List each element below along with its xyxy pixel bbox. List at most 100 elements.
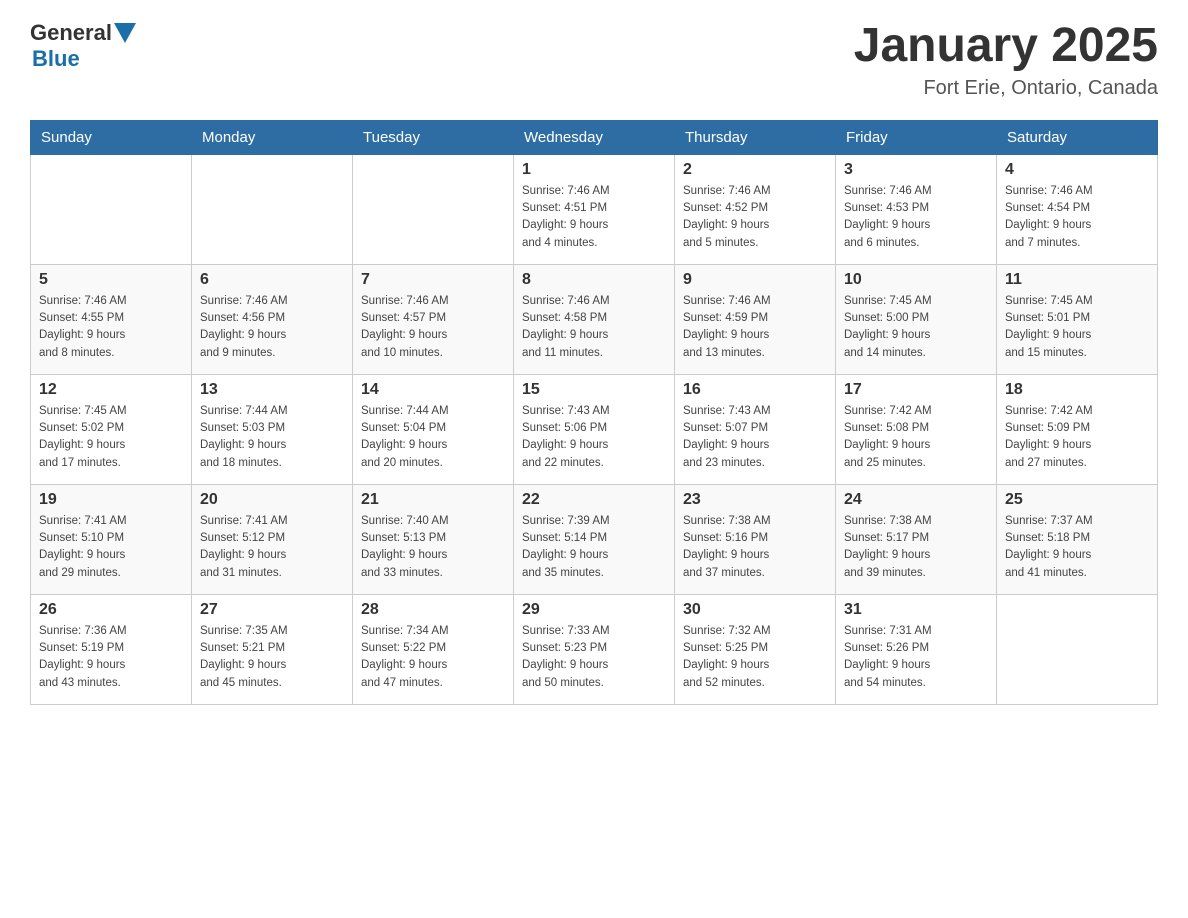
day-number: 16 <box>683 381 827 399</box>
calendar-cell: 31Sunrise: 7:31 AMSunset: 5:26 PMDayligh… <box>836 594 997 704</box>
day-number: 2 <box>683 161 827 179</box>
location-title: Fort Erie, Ontario, Canada <box>854 77 1158 100</box>
calendar-cell: 20 Sunrise: 7:41 AMSunset: 5:12 PMDayligh… <box>192 484 353 594</box>
calendar-cell: 29 Sunrise: 7:33 AMSunset: 5:23 PMDayligh… <box>514 594 675 704</box>
logo-icon: General Blue <box>30 20 136 72</box>
day-info: Sunrise: 7:46 AMSunset: 4:57 PMDaylight:… <box>361 293 505 362</box>
day-number: 13 <box>200 381 344 399</box>
calendar-cell: 28 Sunrise: 7:34 AMSunset: 5:22 PMDayligh… <box>353 594 514 704</box>
day-info: Sunrise: 7:46 AMSunset: 4:53 PMDaylight:… <box>844 183 988 252</box>
week-row-1: 1 Sunrise: 7:46 AMSunset: 4:51 PMDaylight… <box>31 154 1158 264</box>
day-info: Sunrise: 7:34 AMSunset: 5:22 PMDaylight:… <box>361 623 505 692</box>
day-info: Sunrise: 7:33 AMSunset: 5:23 PMDaylight:… <box>522 623 666 692</box>
day-number: 15 <box>522 381 666 399</box>
calendar-cell: 8 Sunrise: 7:46 AMSunset: 4:58 PMDaylight… <box>514 264 675 374</box>
day-info: Sunrise: 7:42 AMSunset: 5:09 PMDaylight:… <box>1005 403 1149 472</box>
day-info: Sunrise: 7:39 AMSunset: 5:14 PMDaylight:… <box>522 513 666 582</box>
week-row-3: 12Sunrise: 7:45 AMSunset: 5:02 PMDayligh… <box>31 374 1158 484</box>
month-title: January 2025 <box>854 20 1158 73</box>
day-number: 4 <box>1005 161 1149 179</box>
calendar-cell: 16 Sunrise: 7:43 AMSunset: 5:07 PMDayligh… <box>675 374 836 484</box>
day-number: 11 <box>1005 271 1149 289</box>
calendar-cell: 21Sunrise: 7:40 AMSunset: 5:13 PMDayligh… <box>353 484 514 594</box>
weekday-header-wednesday: Wednesday <box>514 120 675 154</box>
day-info: Sunrise: 7:41 AMSunset: 5:12 PMDaylight:… <box>200 513 344 582</box>
day-info: Sunrise: 7:46 AMSunset: 4:55 PMDaylight:… <box>39 293 183 362</box>
day-number: 19 <box>39 491 183 509</box>
calendar-cell: 25Sunrise: 7:37 AMSunset: 5:18 PMDayligh… <box>997 484 1158 594</box>
calendar-cell: 19 Sunrise: 7:41 AMSunset: 5:10 PMDayligh… <box>31 484 192 594</box>
day-number: 9 <box>683 271 827 289</box>
day-info: Sunrise: 7:31 AMSunset: 5:26 PMDaylight:… <box>844 623 988 692</box>
day-info: Sunrise: 7:43 AMSunset: 5:07 PMDaylight:… <box>683 403 827 472</box>
logo-general-text: General <box>30 20 112 46</box>
day-number: 3 <box>844 161 988 179</box>
title-area: January 2025 Fort Erie, Ontario, Canada <box>854 20 1158 100</box>
day-number: 25 <box>1005 491 1149 509</box>
day-info: Sunrise: 7:45 AMSunset: 5:00 PMDaylight:… <box>844 293 988 362</box>
calendar-cell: 30 Sunrise: 7:32 AMSunset: 5:25 PMDayligh… <box>675 594 836 704</box>
day-number: 8 <box>522 271 666 289</box>
day-number: 17 <box>844 381 988 399</box>
week-row-5: 26 Sunrise: 7:36 AMSunset: 5:19 PMDayligh… <box>31 594 1158 704</box>
day-info: Sunrise: 7:46 AMSunset: 4:54 PMDaylight:… <box>1005 183 1149 252</box>
day-number: 27 <box>200 601 344 619</box>
weekday-header-monday: Monday <box>192 120 353 154</box>
day-info: Sunrise: 7:32 AMSunset: 5:25 PMDaylight:… <box>683 623 827 692</box>
day-info: Sunrise: 7:38 AMSunset: 5:16 PMDaylight:… <box>683 513 827 582</box>
day-info: Sunrise: 7:35 AMSunset: 5:21 PMDaylight:… <box>200 623 344 692</box>
day-number: 6 <box>200 271 344 289</box>
calendar-cell: 5 Sunrise: 7:46 AMSunset: 4:55 PMDaylight… <box>31 264 192 374</box>
day-number: 28 <box>361 601 505 619</box>
week-row-2: 5 Sunrise: 7:46 AMSunset: 4:55 PMDaylight… <box>31 264 1158 374</box>
calendar-cell: 11Sunrise: 7:45 AMSunset: 5:01 PMDayligh… <box>997 264 1158 374</box>
calendar-cell: 2Sunrise: 7:46 AMSunset: 4:52 PMDaylight… <box>675 154 836 264</box>
calendar-cell <box>31 154 192 264</box>
page-header: General Blue January 2025 Fort Erie, Ont… <box>30 20 1158 100</box>
logo-blue-text: Blue <box>32 46 80 72</box>
day-number: 22 <box>522 491 666 509</box>
logo-triangle-icon <box>114 23 136 45</box>
week-row-4: 19 Sunrise: 7:41 AMSunset: 5:10 PMDayligh… <box>31 484 1158 594</box>
day-info: Sunrise: 7:38 AMSunset: 5:17 PMDaylight:… <box>844 513 988 582</box>
calendar-cell: 10 Sunrise: 7:45 AMSunset: 5:00 PMDayligh… <box>836 264 997 374</box>
weekday-header-row: SundayMondayTuesdayWednesdayThursdayFrid… <box>31 120 1158 154</box>
weekday-header-sunday: Sunday <box>31 120 192 154</box>
calendar-cell: 7 Sunrise: 7:46 AMSunset: 4:57 PMDaylight… <box>353 264 514 374</box>
weekday-header-saturday: Saturday <box>997 120 1158 154</box>
calendar-cell: 14Sunrise: 7:44 AMSunset: 5:04 PMDayligh… <box>353 374 514 484</box>
day-number: 1 <box>522 161 666 179</box>
calendar-cell: 18Sunrise: 7:42 AMSunset: 5:09 PMDayligh… <box>997 374 1158 484</box>
day-info: Sunrise: 7:46 AMSunset: 4:58 PMDaylight:… <box>522 293 666 362</box>
calendar-cell: 6 Sunrise: 7:46 AMSunset: 4:56 PMDaylight… <box>192 264 353 374</box>
day-number: 26 <box>39 601 183 619</box>
day-number: 21 <box>361 491 505 509</box>
weekday-header-tuesday: Tuesday <box>353 120 514 154</box>
calendar-cell: 15 Sunrise: 7:43 AMSunset: 5:06 PMDayligh… <box>514 374 675 484</box>
calendar-cell: 3 Sunrise: 7:46 AMSunset: 4:53 PMDaylight… <box>836 154 997 264</box>
calendar-cell: 24Sunrise: 7:38 AMSunset: 5:17 PMDayligh… <box>836 484 997 594</box>
weekday-header-thursday: Thursday <box>675 120 836 154</box>
day-number: 10 <box>844 271 988 289</box>
day-info: Sunrise: 7:43 AMSunset: 5:06 PMDaylight:… <box>522 403 666 472</box>
day-number: 5 <box>39 271 183 289</box>
calendar-table: SundayMondayTuesdayWednesdayThursdayFrid… <box>30 120 1158 705</box>
day-number: 23 <box>683 491 827 509</box>
day-number: 12 <box>39 381 183 399</box>
weekday-header-friday: Friday <box>836 120 997 154</box>
day-info: Sunrise: 7:42 AMSunset: 5:08 PMDaylight:… <box>844 403 988 472</box>
day-info: Sunrise: 7:46 AMSunset: 4:59 PMDaylight:… <box>683 293 827 362</box>
calendar-cell <box>192 154 353 264</box>
day-info: Sunrise: 7:36 AMSunset: 5:19 PMDaylight:… <box>39 623 183 692</box>
calendar-cell <box>997 594 1158 704</box>
day-info: Sunrise: 7:44 AMSunset: 5:03 PMDaylight:… <box>200 403 344 472</box>
day-number: 29 <box>522 601 666 619</box>
day-number: 7 <box>361 271 505 289</box>
calendar-cell: 12Sunrise: 7:45 AMSunset: 5:02 PMDayligh… <box>31 374 192 484</box>
calendar-cell: 9 Sunrise: 7:46 AMSunset: 4:59 PMDaylight… <box>675 264 836 374</box>
day-number: 20 <box>200 491 344 509</box>
day-number: 30 <box>683 601 827 619</box>
day-info: Sunrise: 7:41 AMSunset: 5:10 PMDaylight:… <box>39 513 183 582</box>
day-info: Sunrise: 7:46 AMSunset: 4:51 PMDaylight:… <box>522 183 666 252</box>
day-info: Sunrise: 7:46 AMSunset: 4:56 PMDaylight:… <box>200 293 344 362</box>
